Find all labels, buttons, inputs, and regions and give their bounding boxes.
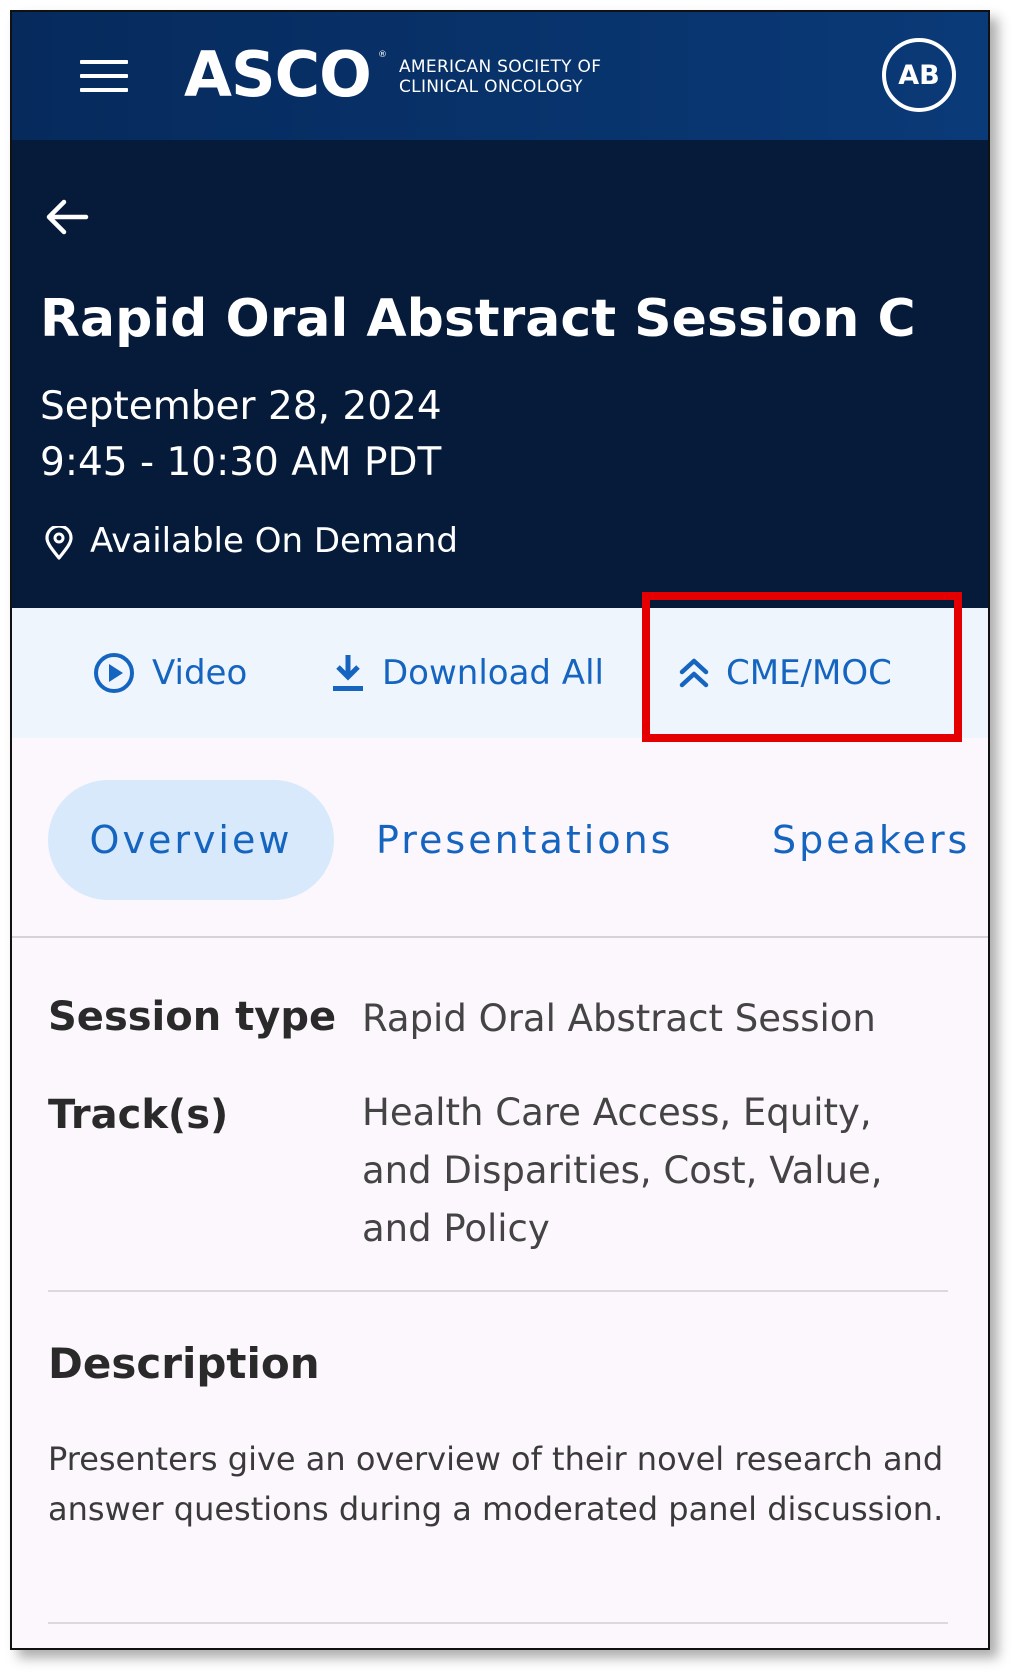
logo-subtitle-line1: AMERICAN SOCIETY OF: [399, 57, 602, 77]
tabs-divider: [12, 936, 988, 938]
app-screen: ASCO ® AMERICAN SOCIETY OF CLINICAL ONCO…: [10, 10, 990, 1650]
asco-logo[interactable]: ASCO: [184, 40, 372, 110]
user-avatar-button[interactable]: AB: [882, 38, 956, 112]
hamburger-menu-icon[interactable]: [80, 60, 128, 94]
tab-presentations[interactable]: Presentations: [376, 780, 696, 900]
logo-registered-mark: ®: [378, 50, 387, 60]
session-title: Rapid Oral Abstract Session C: [40, 289, 916, 349]
tab-overview[interactable]: Overview: [48, 780, 334, 900]
download-icon: [330, 652, 366, 694]
play-circle-icon: [92, 651, 136, 695]
section-divider: [48, 1290, 948, 1292]
session-time: 9:45 - 10:30 AM PDT: [40, 440, 442, 485]
session-location: Available On Demand: [90, 521, 459, 561]
back-arrow-icon[interactable]: [42, 192, 92, 242]
video-button[interactable]: Video: [92, 646, 247, 700]
logo-subtitle-line2: CLINICAL ONCOLOGY: [399, 77, 583, 97]
tab-speakers[interactable]: Speakers: [772, 780, 974, 900]
location-pin-icon: [44, 524, 74, 560]
session-type-label: Session type: [48, 994, 337, 1040]
logo-subtitle: AMERICAN SOCIETY OF CLINICAL ONCOLOGY: [399, 57, 601, 97]
video-button-label: Video: [152, 653, 248, 693]
tracks-value: Health Care Access, Equity, and Disparit…: [362, 1091, 883, 1250]
session-date: September 28, 2024: [40, 384, 442, 429]
download-all-button[interactable]: Download All: [330, 646, 604, 700]
top-app-bar: ASCO ® AMERICAN SOCIETY OF CLINICAL ONCO…: [12, 12, 988, 142]
tracks-label: Track(s): [48, 1092, 229, 1138]
tab-bar: Overview Presentations Speakers: [12, 738, 988, 938]
description-heading: Description: [48, 1339, 320, 1388]
download-all-label: Download All: [382, 653, 604, 693]
highlight-box: [642, 592, 962, 742]
session-header: Rapid Oral Abstract Session C September …: [12, 140, 988, 608]
section-divider-bottom: [48, 1622, 948, 1624]
description-text: Presenters give an overview of their nov…: [48, 1440, 944, 1528]
session-type-value: Rapid Oral Abstract Session: [362, 997, 876, 1040]
